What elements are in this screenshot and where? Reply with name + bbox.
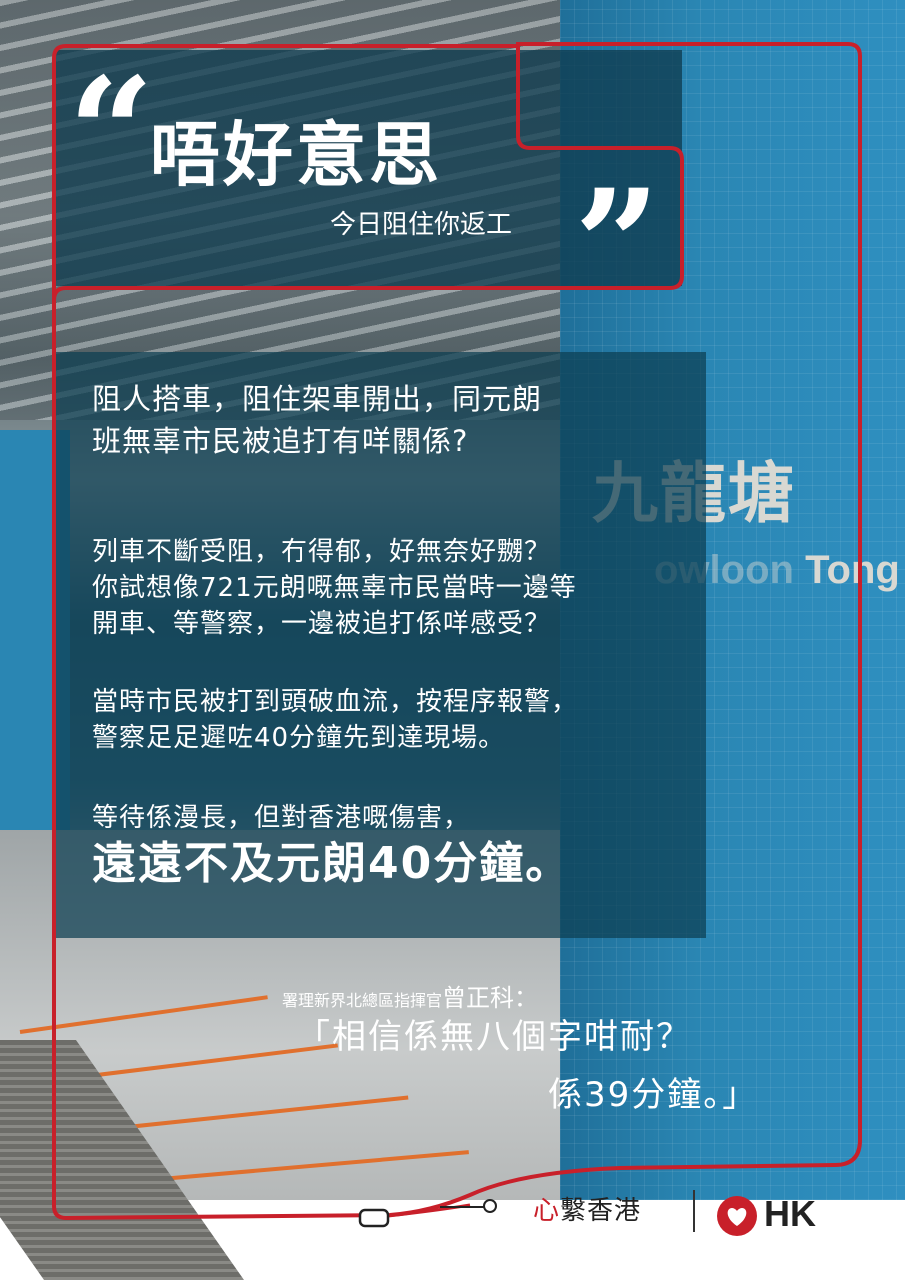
paragraph-1: 阻人搭車，阻住架車開出，同元朗 班無辜市民被追打有咩關係?	[92, 378, 542, 462]
paragraph-3: 當時市民被打到頭破血流，按程序報警， 警察足足遲咗40分鐘先到達現場。	[92, 684, 578, 756]
highlight-statement: 遠遠不及元朗40分鐘。	[92, 838, 572, 889]
attribution-quote-line-2: 係39分鐘。」	[548, 1075, 759, 1115]
paragraph-2-line: 列車不斷受阻，冇得郁，好無奈好嬲？	[92, 537, 552, 567]
hk-logo-text: HK	[764, 1193, 816, 1234]
paragraph-3-line: 警察足足遲咗40分鐘先到達現場。	[92, 723, 506, 753]
attribution-quote-line-1: 「相信係無八個字咁耐？	[296, 1017, 692, 1057]
paragraph-3-line: 當時市民被打到頭破血流，按程序報警，	[92, 687, 579, 717]
footer-slogan-heart-char: 心	[533, 1196, 561, 1226]
attribution-colon: ：	[514, 984, 539, 1012]
attribution-name: 曾正科	[442, 984, 515, 1012]
attribution-role: 署理新界北總區指揮官	[282, 991, 443, 1010]
footer-divider	[693, 1190, 695, 1232]
paragraph-2: 列車不斷受阻，冇得郁，好無奈好嬲？ 你試想像721元朗嘅無辜市民當時一邊等 開車…	[92, 534, 577, 642]
paragraph-4: 等待係漫長，但對香港嘅傷害，	[92, 803, 471, 833]
paragraph-1-line: 班無辜市民被追打有咩關係?	[92, 424, 469, 458]
paragraph-2-line: 你試想像721元朗嘅無辜市民當時一邊等	[92, 573, 577, 603]
footer-slogan: 心繫香港	[533, 1198, 641, 1224]
train-route-icon	[358, 1199, 497, 1228]
heart-in-circle-icon	[717, 1196, 757, 1236]
headline-title: 唔好意思	[150, 114, 442, 196]
poster: 九龍塘 owloon Tong “ 唔好意思 今日阻住你返工 ” 阻人搭車，阻住…	[0, 0, 905, 1280]
paragraph-2-line: 開車、等警察，一邊被追打係咩感受？	[92, 609, 552, 639]
headline-subtitle: 今日阻住你返工	[330, 210, 513, 240]
close-quote-mark: ”	[574, 157, 661, 333]
attribution: 署理新界北總區指揮官曾正科：	[282, 986, 538, 1010]
footer-slogan-rest: 繫香港	[560, 1196, 642, 1226]
paragraph-1-line: 阻人搭車，阻住架車開出，同元朗	[92, 382, 543, 416]
open-quote-mark: “	[68, 45, 155, 221]
